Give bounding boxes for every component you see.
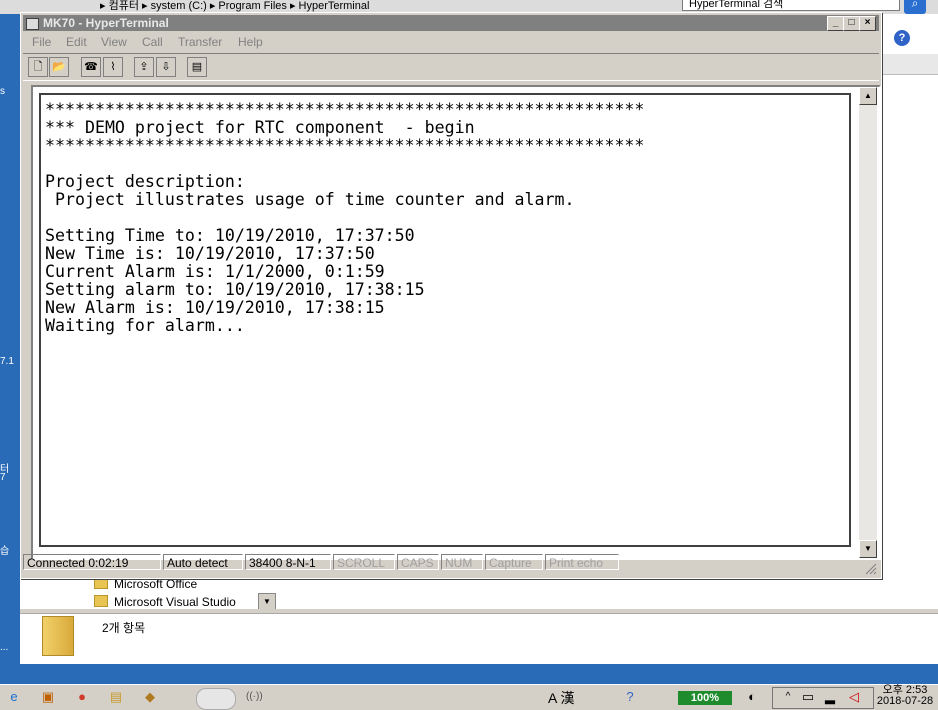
- fragment-text: 7.1: [0, 356, 14, 367]
- title-bar[interactable]: MK70 - HyperTerminal _ □ ×: [23, 15, 879, 31]
- scroll-up-icon[interactable]: ▲: [859, 87, 877, 105]
- background-frame: [0, 664, 938, 684]
- help-icon[interactable]: ?: [622, 689, 638, 705]
- menu-edit[interactable]: Edit: [66, 35, 87, 49]
- send-icon[interactable]: ⇪: [134, 57, 154, 77]
- terminal-line: New Alarm is: 10/19/2010, 17:38:15: [45, 298, 385, 317]
- volume-muted-icon[interactable]: ◁: [846, 689, 862, 705]
- terminal-line: ****************************************…: [45, 136, 645, 155]
- toolbar: 🗋 📂 ☎ ⌇ ⇪ ⇩ ▤: [23, 53, 879, 81]
- network-icon[interactable]: ▭: [800, 689, 816, 705]
- clock-date: 2018-07-28: [876, 695, 934, 707]
- wireless-icon[interactable]: ((·)): [246, 689, 263, 705]
- signal-strength-icon[interactable]: [196, 688, 236, 710]
- terminal-screen[interactable]: ****************************************…: [39, 93, 851, 547]
- disconnect-icon[interactable]: ⌇: [103, 57, 123, 77]
- chrome-icon[interactable]: ●: [74, 689, 90, 705]
- folder-icon: [42, 616, 74, 656]
- fragment-text: 7: [0, 472, 6, 483]
- terminal-output: ****************************************…: [45, 101, 644, 335]
- fragment-text: s: [0, 86, 5, 97]
- status-capture: Capture: [485, 554, 543, 570]
- menu-bar: File Edit View Call Transfer Help: [23, 33, 879, 51]
- status-connected: Connected 0:02:19: [23, 554, 161, 570]
- terminal-line: *** DEMO project for RTC component - beg…: [45, 118, 475, 137]
- list-item[interactable]: Microsoft Office: [94, 577, 197, 591]
- ime-indicator[interactable]: A 漢: [548, 688, 574, 708]
- app-icon[interactable]: ◆: [142, 689, 158, 705]
- terminal-line: Project description:: [45, 172, 245, 191]
- fragment-text: 습: [0, 546, 10, 557]
- item-count-text: 2개 항목: [102, 621, 146, 635]
- status-port-settings: 38400 8-N-1: [245, 554, 331, 570]
- fragment-text: ...: [0, 642, 9, 653]
- explorer-details-pane: [20, 613, 938, 664]
- call-icon[interactable]: ☎: [81, 57, 101, 77]
- menu-file[interactable]: File: [32, 35, 51, 49]
- open-icon[interactable]: 📂: [49, 57, 69, 77]
- chevron-up-icon[interactable]: ^: [780, 689, 796, 705]
- taskbar: e ▣ ● ▤ ◆ ((·)) A 漢 ? 100% ◐ ^ ▭ ▂ ◁ 오후 …: [0, 684, 938, 710]
- resize-grip-icon[interactable]: [863, 561, 877, 575]
- background-left-panel: s 7.1 터 7 습 ...: [0, 14, 20, 674]
- help-icon[interactable]: ?: [894, 30, 910, 46]
- status-print-echo: Print echo: [545, 554, 619, 570]
- menu-transfer[interactable]: Transfer: [178, 35, 222, 49]
- ie-icon[interactable]: e: [6, 689, 22, 705]
- explorer-icon[interactable]: ▤: [108, 689, 124, 705]
- maximize-button[interactable]: □: [843, 16, 860, 31]
- terminal-frame: ****************************************…: [31, 85, 881, 560]
- battery-indicator[interactable]: 100%: [678, 691, 732, 705]
- status-num: NUM: [441, 554, 483, 570]
- terminal-line: ****************************************…: [45, 100, 645, 119]
- terminal-app-icon[interactable]: [26, 18, 39, 30]
- new-icon[interactable]: 🗋: [28, 57, 48, 77]
- resize-grip-graphic: [865, 563, 877, 575]
- hyperterminal-window: MK70 - HyperTerminal _ □ × File Edit Vie…: [20, 12, 882, 579]
- properties-icon[interactable]: ▤: [187, 57, 207, 77]
- background-command-bar: [880, 54, 938, 75]
- list-item[interactable]: Microsoft Visual Studio: [94, 595, 236, 609]
- menu-call[interactable]: Call: [142, 35, 163, 49]
- folder-icon: [94, 595, 108, 607]
- menu-view[interactable]: View: [101, 35, 127, 49]
- vertical-scrollbar[interactable]: ▲ ▼: [859, 87, 877, 558]
- status-caps: CAPS: [397, 554, 439, 570]
- explorer-search-input[interactable]: HyperTerminal 검색: [682, 0, 900, 11]
- terminal-line: Project illustrates usage of time counte…: [45, 190, 575, 209]
- terminal-line: Setting Time to: 10/19/2010, 17:37:50: [45, 226, 415, 245]
- background-right-panel: [880, 14, 938, 664]
- status-bar: Connected 0:02:19 Auto detect 38400 8-N-…: [23, 554, 879, 574]
- terminal-line: Waiting for alarm...: [45, 316, 245, 335]
- status-detect: Auto detect: [163, 554, 243, 570]
- status-scroll: SCROLL: [333, 554, 395, 570]
- close-button[interactable]: ×: [859, 16, 876, 31]
- terminal-line: Setting alarm to: 10/19/2010, 17:38:15: [45, 280, 425, 299]
- window-title: MK70 - HyperTerminal: [43, 16, 169, 30]
- explorer-file-list: Microsoft Office Microsoft Visual Studio: [20, 574, 938, 612]
- terminal-line: Current Alarm is: 1/1/2000, 0:1:59: [45, 262, 385, 281]
- power-icon[interactable]: ◐: [744, 689, 760, 705]
- media-icon[interactable]: ▣: [40, 689, 56, 705]
- terminal-line: New Time is: 10/19/2010, 17:37:50: [45, 244, 375, 263]
- clock[interactable]: 오후 2:53 2018-07-28: [874, 685, 936, 707]
- minimize-button[interactable]: _: [827, 16, 844, 31]
- search-icon[interactable]: ⌕: [904, 0, 926, 14]
- menu-help[interactable]: Help: [238, 35, 263, 49]
- receive-icon[interactable]: ⇩: [156, 57, 176, 77]
- signal-icon[interactable]: ▂: [822, 689, 838, 705]
